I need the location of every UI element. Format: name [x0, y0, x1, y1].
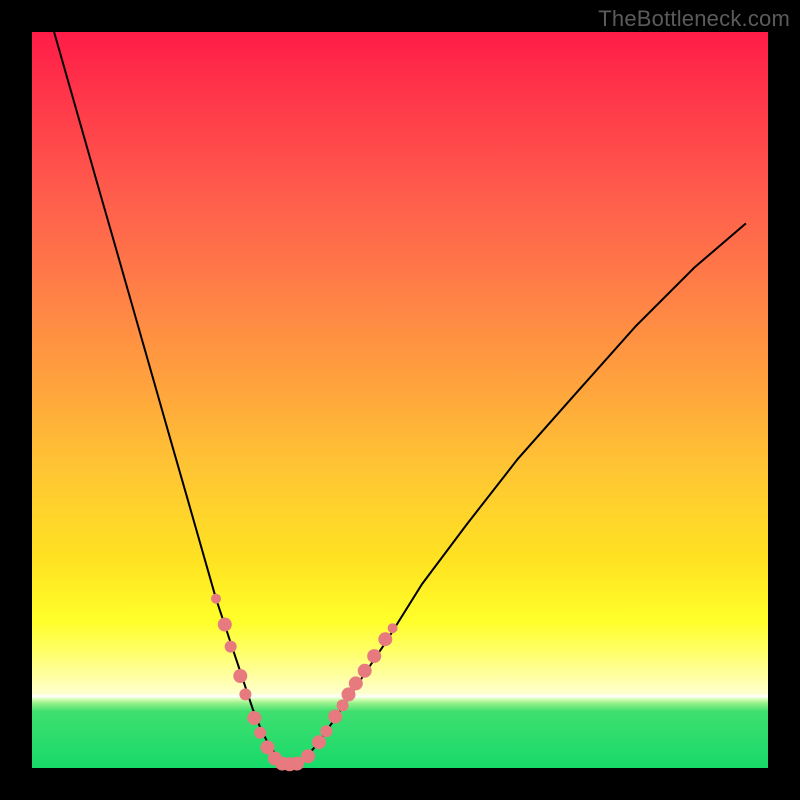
bottleneck-curve — [54, 32, 746, 764]
chart-markers — [211, 594, 398, 772]
chart-marker — [320, 725, 332, 737]
chart-marker — [312, 735, 326, 749]
chart-marker — [218, 618, 232, 632]
chart-marker — [301, 749, 315, 763]
chart-svg — [32, 32, 768, 768]
chart-marker — [358, 664, 372, 678]
chart-marker — [233, 669, 247, 683]
chart-marker — [367, 649, 381, 663]
chart-marker — [247, 711, 261, 725]
chart-marker — [328, 710, 342, 724]
chart-plot-area — [32, 32, 768, 768]
watermark-text: TheBottleneck.com — [598, 6, 790, 32]
chart-marker — [225, 641, 237, 653]
chart-marker — [337, 699, 349, 711]
chart-frame: TheBottleneck.com — [0, 0, 800, 800]
chart-marker — [378, 632, 392, 646]
chart-marker — [388, 623, 398, 633]
chart-marker — [349, 676, 363, 690]
chart-marker — [239, 688, 251, 700]
chart-marker — [254, 727, 266, 739]
chart-marker — [211, 594, 221, 604]
